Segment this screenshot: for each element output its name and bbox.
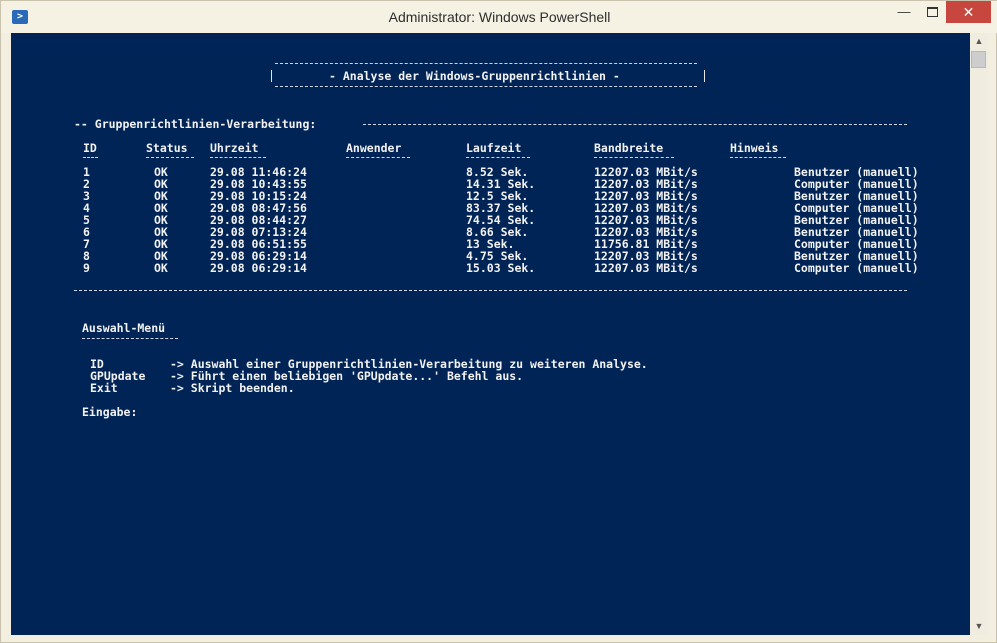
menu-key-exit: Exit (90, 381, 118, 395)
cell-note: Computer (manuell) (794, 261, 919, 275)
col-underline-time (210, 157, 266, 158)
col-header-runtime: Laufzeit (466, 141, 522, 155)
col-header-user: Anwender (346, 141, 402, 155)
banner-right-edge (704, 70, 705, 82)
scroll-up-icon[interactable]: ▲ (970, 33, 988, 50)
col-underline-runtime (466, 157, 530, 158)
banner-bottom-rule (275, 86, 697, 87)
input-prompt[interactable]: Eingabe: (82, 406, 137, 418)
col-underline-id (83, 157, 98, 158)
cell-id: 9 (83, 261, 90, 275)
col-underline-status (146, 157, 194, 158)
menu-desc-exit: -> Skript beenden. (170, 381, 295, 395)
col-header-status: Status (146, 141, 188, 155)
menu-title: Auswahl-Menü (82, 321, 166, 335)
scroll-down-icon[interactable]: ▼ (970, 618, 988, 635)
maximize-icon (926, 6, 938, 17)
menu-title-rule (82, 338, 178, 339)
section-heading: -- Gruppenrichtlinien-Verarbeitung: (74, 117, 317, 131)
section-heading-rule (363, 124, 907, 125)
table-row: 9 OK 29.08 06:29:14 15.03 Sek. 12207.03 MBit… (11, 262, 970, 274)
title-bar[interactable]: > Administrator: Windows PowerShell — ✕ (1, 1, 997, 33)
banner-top-rule (275, 63, 697, 64)
cell-time: 29.08 06:29:14 (210, 261, 307, 275)
console-area[interactable]: - Analyse der Windows-Gruppenrichtlinien… (11, 33, 970, 635)
banner-title: - Analyse der Windows-Gruppenrichtlinien… (329, 69, 620, 83)
col-header-time: Uhrzeit (210, 141, 259, 155)
window-title: Administrator: Windows PowerShell (388, 9, 611, 25)
cell-runtime: 15.03 Sek. (466, 261, 536, 275)
col-header-note: Hinweis (730, 141, 779, 155)
vertical-scrollbar[interactable]: ▲ ▼ (970, 33, 988, 635)
close-button[interactable]: ✕ (946, 1, 991, 23)
cell-bandwidth: 12207.03 MBit/s (594, 261, 698, 275)
col-underline-bandwidth (594, 157, 674, 158)
banner-left-edge (271, 70, 272, 82)
powershell-window: > Administrator: Windows PowerShell — ✕ … (0, 0, 997, 643)
col-underline-user (346, 157, 410, 158)
cell-status: OK (154, 261, 168, 275)
table-bottom-rule (74, 290, 907, 291)
maximize-button[interactable] (919, 1, 945, 23)
minimize-button[interactable]: — (889, 1, 919, 23)
col-underline-note (730, 157, 786, 158)
col-header-id: ID (83, 141, 97, 155)
scrollbar-thumb[interactable] (971, 51, 986, 68)
col-header-bandwidth: Bandbreite (594, 141, 664, 155)
